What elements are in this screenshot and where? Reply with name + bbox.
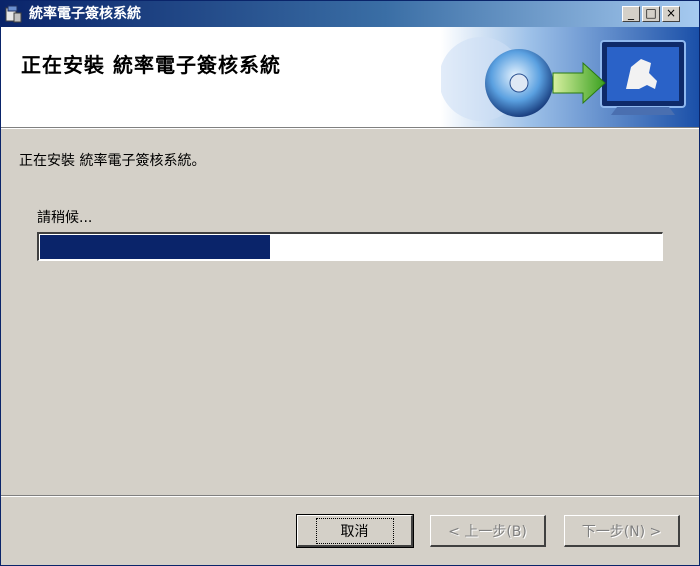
header-banner: 正在安裝 統率電子簽核系統: [1, 27, 699, 128]
cancel-button-label: 取消: [315, 517, 394, 544]
back-button[interactable]: < 上一步(B): [430, 515, 546, 547]
installer-window: 統率電子簽核系統 _ □ × 正在安裝 統率電子簽核系統 正在安裝 統率電子簽核…: [0, 0, 700, 566]
progress-fill: [40, 235, 270, 259]
close-button[interactable]: ×: [662, 6, 680, 22]
install-progress-bar: [37, 232, 663, 261]
window-title: 統率電子簽核系統: [29, 6, 141, 22]
title-bar[interactable]: 統率電子簽核系統 _ □ ×: [1, 1, 699, 27]
maximize-button[interactable]: □: [642, 6, 660, 22]
page-title: 正在安裝 統率電子簽核系統: [21, 53, 281, 77]
wait-label: 請稍候...: [37, 210, 93, 226]
installer-app-icon: [5, 5, 22, 23]
next-button[interactable]: 下一步(N) >: [564, 515, 680, 547]
install-banner-graphic: [441, 27, 699, 127]
footer-divider: [1, 495, 699, 497]
header-divider: [1, 128, 699, 129]
status-message: 正在安裝 統率電子簽核系統。: [19, 153, 206, 169]
cancel-button[interactable]: 取消: [296, 514, 414, 548]
minimize-button[interactable]: _: [622, 6, 640, 22]
